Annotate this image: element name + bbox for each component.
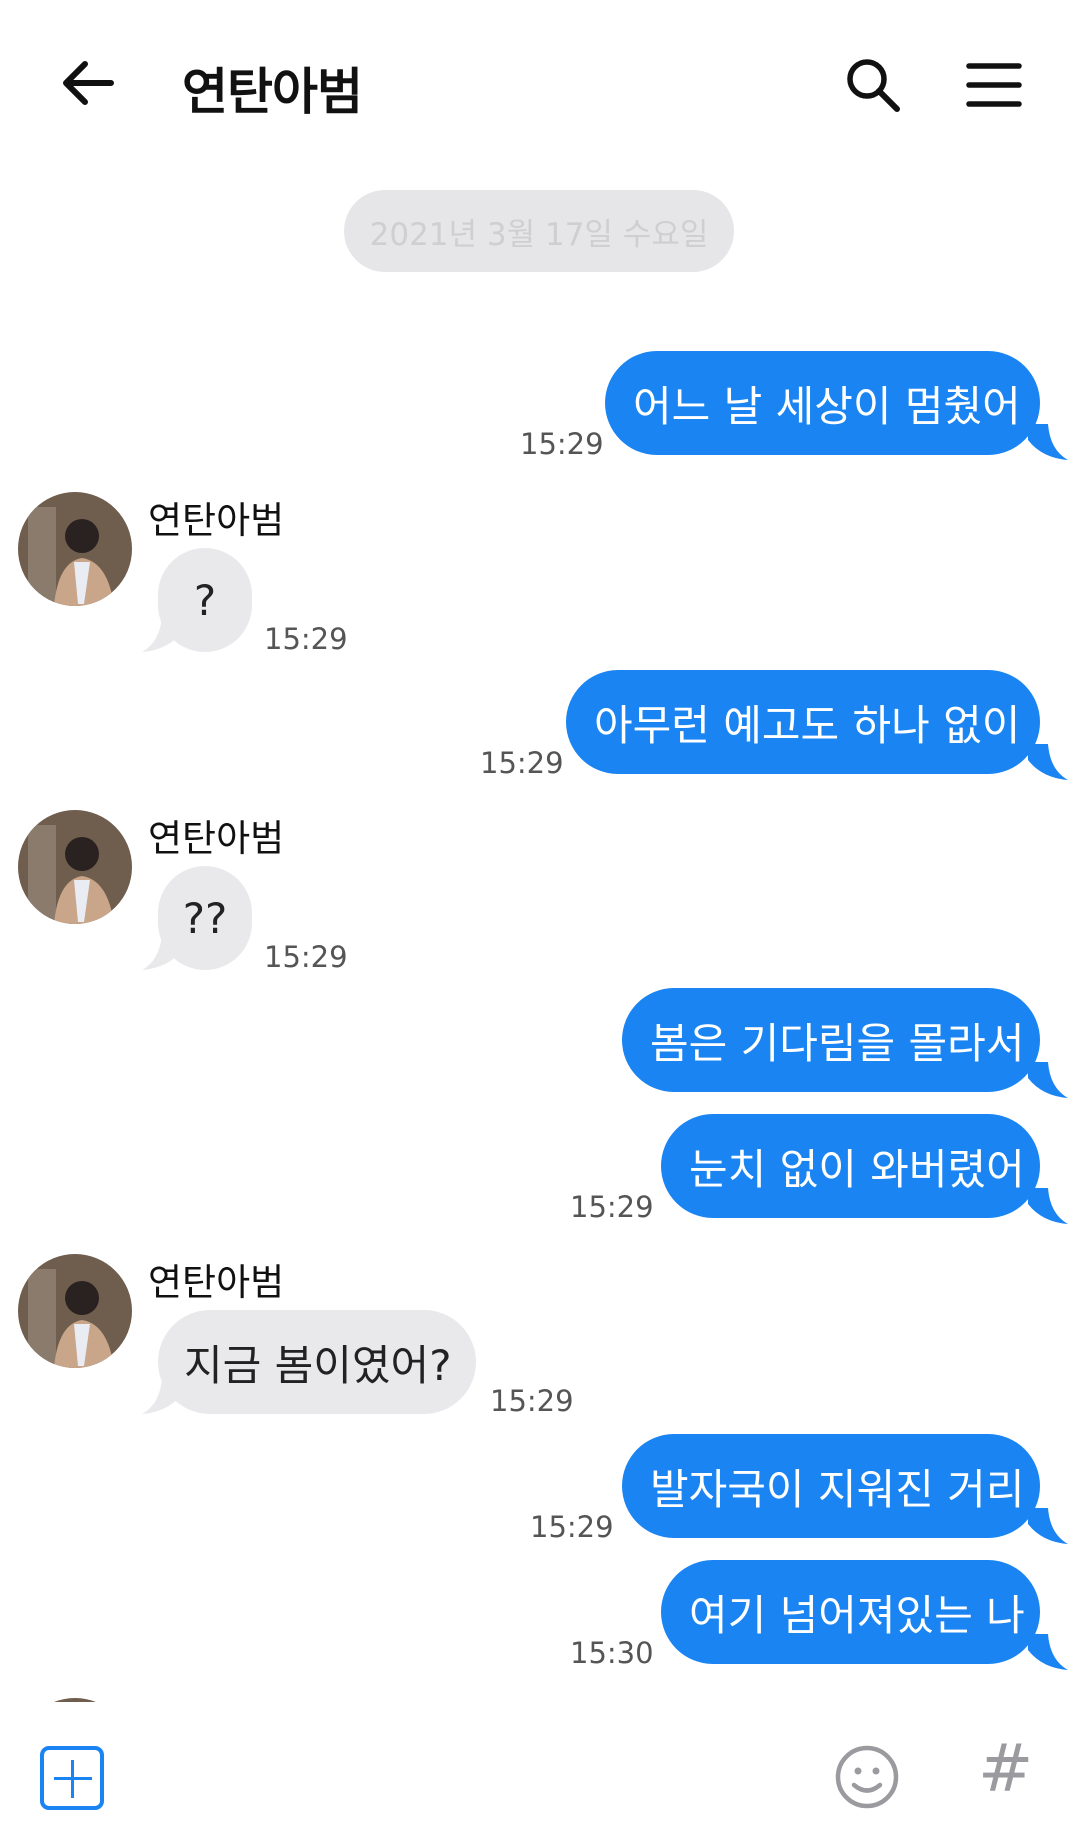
message-text: 봄은 기다림을 몰라서 [650, 1018, 1025, 1068]
bubble-tail [1028, 744, 1068, 780]
bubble-tail [1028, 1508, 1068, 1544]
message-time: 15:29 [520, 427, 604, 461]
bubble-tail [142, 1378, 182, 1414]
incoming-message-bubble[interactable]: 지금 봄이였어? [158, 1310, 476, 1414]
sender-name: 연탄아범 [148, 499, 285, 542]
hamburger-menu-icon [966, 63, 1022, 107]
bubble-tail [1028, 1062, 1068, 1098]
back-button[interactable] [55, 50, 121, 116]
bubble-tail [1028, 424, 1068, 460]
outgoing-message-bubble[interactable]: 봄은 기다림을 몰라서 [622, 988, 1040, 1092]
avatar[interactable] [18, 1254, 132, 1368]
outgoing-message-bubble[interactable]: 어느 날 세상이 멈췄어 [605, 351, 1040, 455]
message-list[interactable]: 어느 날 세상이 멈췄어 15:29 연탄아범 ? 15:29 아무런 예고도 … [0, 300, 1080, 1702]
emoji-button[interactable] [832, 1742, 902, 1812]
message-text: 아무런 예고도 하나 없이 [594, 700, 1021, 750]
smiley-icon [835, 1745, 899, 1809]
outgoing-message-bubble[interactable]: 여기 넘어져있는 나 [661, 1560, 1040, 1664]
plus-square-icon[interactable] [40, 1746, 104, 1810]
composer-bar: # [0, 1702, 1080, 1848]
arrow-left-icon [63, 61, 114, 105]
message-text: 발자국이 지워진 거리 [650, 1464, 1025, 1514]
search-button[interactable] [842, 54, 904, 116]
message-text: 어느 날 세상이 멈췄어 [633, 381, 1021, 431]
chat-header: 연탄아범 [0, 0, 1080, 170]
message-time: 15:30 [570, 1636, 654, 1670]
bubble-tail [1028, 1188, 1068, 1224]
message-text: 지금 봄이였어? [184, 1340, 452, 1390]
bubble-tail [142, 934, 182, 970]
bubble-tail [1028, 1634, 1068, 1670]
avatar[interactable] [18, 492, 132, 606]
outgoing-message-bubble[interactable]: 발자국이 지워진 거리 [622, 1434, 1040, 1538]
message-text: ? [193, 575, 217, 625]
message-text: 눈치 없이 와버렸어 [689, 1144, 1025, 1194]
avatar[interactable] [18, 810, 132, 924]
message-time: 15:29 [480, 746, 564, 780]
chat-title: 연탄아범 [182, 63, 363, 121]
date-divider: 2021년 3월 17일 수요일 [344, 190, 734, 272]
message-text: 여기 넘어져있는 나 [689, 1590, 1025, 1640]
outgoing-message-bubble[interactable]: 아무런 예고도 하나 없이 [566, 670, 1040, 774]
message-time: 15:29 [570, 1190, 654, 1224]
message-time: 15:29 [530, 1510, 614, 1544]
menu-button[interactable] [963, 54, 1025, 116]
message-time: 15:29 [490, 1384, 574, 1418]
outgoing-message-bubble[interactable]: 눈치 없이 와버렸어 [661, 1114, 1040, 1218]
search-icon [847, 59, 900, 112]
hashtag-button[interactable]: # [978, 1730, 1033, 1807]
message-text: ?? [182, 893, 228, 943]
message-time: 15:29 [264, 940, 348, 974]
message-time: 15:29 [264, 622, 348, 656]
bubble-tail [142, 616, 182, 652]
sender-name: 연탄아범 [148, 1261, 285, 1304]
sender-name: 연탄아범 [148, 817, 285, 860]
sender-name: 연탄아범 [148, 1692, 284, 1702]
